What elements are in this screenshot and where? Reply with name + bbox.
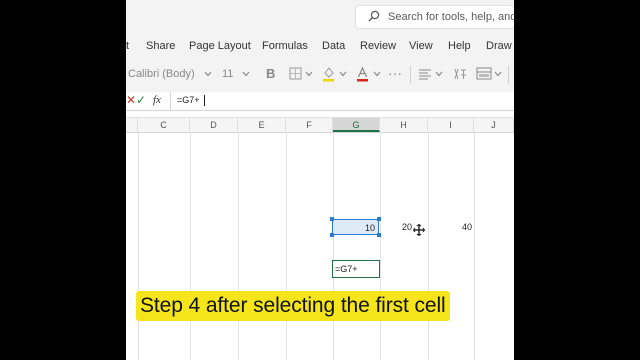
- search-box[interactable]: Search for tools, help, and m: [355, 5, 514, 29]
- column-header-h[interactable]: H: [380, 118, 428, 132]
- tab-view[interactable]: View: [409, 40, 433, 52]
- chevron-down-icon[interactable]: [242, 71, 250, 77]
- chevron-down-icon[interactable]: [305, 71, 313, 77]
- text-direction-icon[interactable]: [452, 66, 468, 82]
- selection-handle[interactable]: [330, 217, 334, 221]
- search-icon: [368, 10, 380, 22]
- fill-color-icon[interactable]: [322, 66, 335, 82]
- font-name-select[interactable]: Calibri (Body): [128, 68, 195, 80]
- formula-text: =G7+: [177, 95, 200, 105]
- formula-bar: ✕ ✓ fx =G7+: [126, 92, 514, 111]
- grid-line: [428, 132, 429, 360]
- tab-formulas[interactable]: Formulas: [262, 40, 308, 52]
- column-header-i[interactable]: I: [428, 118, 474, 132]
- ribbon-divider: [508, 66, 509, 84]
- column-header-partial[interactable]: [126, 118, 138, 132]
- search-placeholder: Search for tools, help, and m: [388, 11, 514, 23]
- video-caption: Step 4 after selecting the first cell: [136, 291, 450, 321]
- align-icon[interactable]: [418, 68, 432, 80]
- tab-help[interactable]: Help: [448, 40, 471, 52]
- worksheet-grid[interactable]: 10 20 40 =G7+: [126, 132, 514, 360]
- chevron-down-icon[interactable]: [339, 71, 347, 77]
- grid-line: [190, 132, 191, 360]
- text-caret: [204, 95, 205, 106]
- chevron-down-icon[interactable]: [373, 71, 381, 77]
- title-bar: Search for tools, help, and m: [126, 0, 514, 36]
- more-options-button[interactable]: ···: [388, 65, 402, 81]
- grid-line: [380, 132, 381, 360]
- cell-h7-value[interactable]: 20: [402, 222, 412, 232]
- format-icon[interactable]: [476, 67, 492, 80]
- bold-button[interactable]: B: [266, 66, 275, 81]
- grid-line: [474, 132, 475, 360]
- tab-review[interactable]: Review: [360, 40, 396, 52]
- ribbon-toolbar: Calibri (Body) 11 B ···: [126, 58, 514, 93]
- menu-bar: t Share Page Layout Formulas Data Review…: [126, 36, 514, 58]
- cancel-formula-button[interactable]: ✕: [126, 93, 136, 107]
- font-color-icon[interactable]: [356, 66, 369, 82]
- font-size-select[interactable]: 11: [222, 68, 233, 80]
- grid-line: [333, 132, 334, 360]
- column-header-j[interactable]: J: [474, 118, 514, 132]
- column-header-g[interactable]: G: [333, 118, 380, 132]
- caption-text: Step 4 after selecting the first cell: [140, 294, 446, 317]
- cell-g7-value: 10: [364, 223, 375, 233]
- tab-page-layout[interactable]: Page Layout: [189, 40, 251, 52]
- grid-line: [138, 132, 139, 360]
- cell-i7-value[interactable]: 40: [462, 222, 472, 232]
- chevron-down-icon[interactable]: [435, 71, 443, 77]
- active-edit-cell[interactable]: =G7+: [332, 260, 380, 278]
- chevron-down-icon[interactable]: [494, 71, 502, 77]
- insert-function-button[interactable]: fx: [153, 94, 161, 106]
- tab-data[interactable]: Data: [322, 40, 345, 52]
- tab-share[interactable]: Share: [146, 40, 175, 52]
- grid-line: [238, 132, 239, 360]
- column-header-f[interactable]: F: [286, 118, 333, 132]
- cell-g7[interactable]: 10: [330, 217, 381, 237]
- chevron-down-icon[interactable]: [204, 71, 212, 77]
- tab-draw[interactable]: Draw: [486, 40, 512, 52]
- tab-partial[interactable]: t: [126, 40, 129, 52]
- column-header-c[interactable]: C: [138, 118, 190, 132]
- active-edit-cell-text: =G7+: [335, 264, 358, 274]
- selection-handle[interactable]: [330, 233, 334, 237]
- selection-handle[interactable]: [377, 217, 381, 221]
- column-header-e[interactable]: E: [238, 118, 286, 132]
- ribbon-divider: [410, 66, 411, 84]
- grid-line: [286, 132, 287, 360]
- column-header-row: C D E F G H I J: [126, 117, 514, 133]
- borders-icon[interactable]: [289, 67, 302, 80]
- column-header-d[interactable]: D: [190, 118, 238, 132]
- move-cursor-icon: [413, 224, 425, 236]
- confirm-formula-button[interactable]: ✓: [136, 93, 146, 107]
- selection-handle[interactable]: [377, 233, 381, 237]
- formula-input[interactable]: =G7+: [170, 92, 514, 110]
